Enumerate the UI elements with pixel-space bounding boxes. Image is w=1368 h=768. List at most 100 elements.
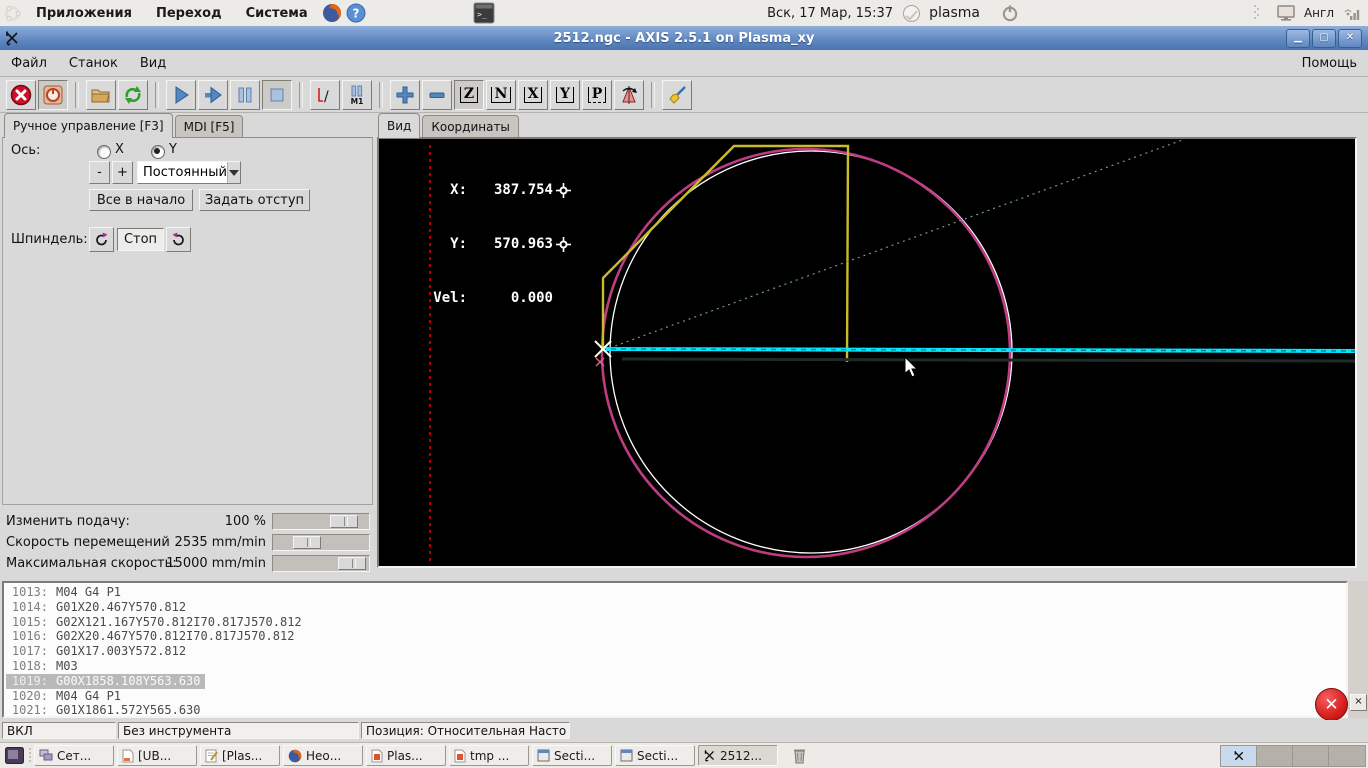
jog-minus-button[interactable]: -	[89, 161, 110, 184]
minimize-button[interactable]: ▁	[1286, 29, 1310, 48]
view-x-button[interactable]: X	[518, 80, 548, 110]
task-plas-editor[interactable]: [Plas...	[200, 745, 280, 766]
rapid-override-slider[interactable]	[272, 534, 370, 551]
gcode-line[interactable]: 1015:G02X121.167Y570.812I70.817J570.812	[6, 615, 1346, 630]
clear-plot-button[interactable]	[662, 80, 692, 110]
keyboard-layout-indicator[interactable]: Англ	[1304, 6, 1334, 20]
spindle-cw-button[interactable]	[166, 227, 191, 252]
menu-machine[interactable]: Станок	[58, 56, 129, 71]
tab-preview[interactable]: Вид	[378, 113, 420, 138]
machine-power-button[interactable]	[38, 80, 68, 110]
manual-tabbar: Ручное управление [F3] MDI [F5]	[4, 114, 245, 138]
radio-axis-y-label[interactable]: Y	[169, 142, 177, 157]
zoom-in-button[interactable]	[390, 80, 420, 110]
task-tmp-document[interactable]: tmp ...	[449, 745, 529, 766]
menu-places[interactable]: Переход	[144, 0, 234, 26]
max-velocity-slider[interactable]	[272, 555, 370, 572]
user-name[interactable]: plasma	[929, 5, 980, 21]
menu-view[interactable]: Вид	[129, 56, 177, 71]
tab-manual-control[interactable]: Ручное управление [F3]	[4, 113, 173, 138]
stop-button[interactable]	[262, 80, 292, 110]
show-desktop-button[interactable]	[2, 745, 26, 767]
status-power: ВКЛ	[2, 722, 116, 739]
touch-off-button[interactable]: Задать отступ	[199, 189, 310, 211]
backplot-canvas[interactable]: X:387.754 Y:570.963 Vel:0.000	[377, 137, 1357, 568]
clock[interactable]: Вск, 17 Мар, 15:37	[767, 6, 893, 21]
menu-applications[interactable]: Приложения	[24, 0, 144, 26]
menu-help[interactable]: Помощь	[1291, 56, 1368, 71]
jog-increment-select[interactable]: Постоянный	[137, 161, 241, 184]
workspace-1[interactable]	[1221, 746, 1257, 766]
run-program-button[interactable]	[166, 80, 196, 110]
tab-dro[interactable]: Координаты	[422, 115, 519, 138]
gcode-line[interactable]: 1014:G01X20.467Y570.812	[6, 600, 1346, 615]
gcode-line[interactable]: 1013:M04 G4 P1	[6, 585, 1346, 600]
rapid-override-label: Скорость перемещений	[6, 535, 170, 550]
window-titlebar[interactable]: 2512.ngc - AXIS 2.5.1 on Plasma_xy ▁ ▢ ✕	[0, 26, 1368, 50]
gcode-line[interactable]: 1020:M04 G4 P1	[6, 689, 1346, 704]
task-axis-2512[interactable]: 2512...	[698, 745, 778, 766]
radio-axis-x-label[interactable]: X	[115, 142, 124, 157]
network-signal-icon[interactable]	[1340, 1, 1364, 25]
gcode-line-active[interactable]: 1019:G00X1858.108Y563.630	[6, 674, 205, 689]
spindle-ccw-button[interactable]	[89, 227, 114, 252]
menu-system[interactable]: Система	[234, 0, 320, 26]
estop-button[interactable]	[6, 80, 36, 110]
view-y-button[interactable]: Y	[550, 80, 580, 110]
rotate-view-button[interactable]	[614, 80, 644, 110]
display-settings-icon[interactable]	[1274, 1, 1298, 25]
svg-text:>_: >_	[477, 10, 487, 19]
gcode-line[interactable]: 1017:G01X17.003Y572.812	[6, 644, 1346, 659]
task-section-window-2[interactable]: Secti...	[615, 745, 695, 766]
task-section-window-1[interactable]: Secti...	[532, 745, 612, 766]
dro-readout: X:387.754 Y:570.963 Vel:0.000	[419, 145, 571, 343]
dro-x-label: X:	[419, 181, 467, 199]
toolbar-separator	[651, 82, 655, 108]
gcode-listing[interactable]: 1013:M04 G4 P1 1014:G01X20.467Y570.812 1…	[2, 581, 1348, 718]
menu-file[interactable]: Файл	[0, 56, 58, 71]
dro-vel-value: 0.000	[467, 289, 553, 307]
max-velocity-label: Максимальная скорость:	[6, 556, 177, 571]
feed-override-slider[interactable]	[272, 513, 370, 530]
skip-lines-button[interactable]: /	[310, 80, 340, 110]
help-launcher-icon[interactable]: ?	[344, 1, 368, 25]
feed-override-value: 100 %	[225, 514, 266, 529]
spindle-stop-button[interactable]: Стоп	[117, 228, 164, 251]
rapid-override-thumb[interactable]	[293, 536, 321, 549]
task-firefox[interactable]: Нео...	[283, 745, 363, 766]
task-ub-document[interactable]: [UB...	[117, 745, 197, 766]
notification-close-button[interactable]: ✕	[1315, 688, 1348, 721]
workspace-4[interactable]	[1329, 746, 1365, 766]
optional-pause-button[interactable]: M1	[342, 80, 372, 110]
view-z-button[interactable]: Z	[454, 80, 484, 110]
task-network[interactable]: Сет...	[34, 745, 114, 766]
feed-override-thumb[interactable]	[330, 515, 358, 528]
jog-plus-button[interactable]: +	[112, 161, 133, 184]
task-plas-document[interactable]: Plas...	[366, 745, 446, 766]
workspace-3[interactable]	[1293, 746, 1329, 766]
firefox-launcher-icon[interactable]	[320, 1, 344, 25]
max-velocity-thumb[interactable]	[338, 557, 366, 570]
terminal-tray-icon[interactable]: >_	[472, 1, 496, 25]
small-close-button[interactable]: ×	[1350, 694, 1367, 711]
run-step-button[interactable]	[198, 80, 228, 110]
workspace-2[interactable]	[1257, 746, 1293, 766]
svg-text:?: ?	[352, 7, 359, 21]
view-perspective-button[interactable]: P	[582, 80, 612, 110]
gcode-line[interactable]: 1016:G02X20.467Y570.812I70.817J570.812	[6, 629, 1346, 644]
shutdown-icon[interactable]	[998, 1, 1022, 25]
dro-y-value: 570.963	[467, 235, 553, 253]
view-z-rotated-button[interactable]: N	[486, 80, 516, 110]
tab-mdi[interactable]: MDI [F5]	[175, 115, 244, 138]
pause-button[interactable]	[230, 80, 260, 110]
gcode-line[interactable]: 1021:G01X1861.572Y565.630	[6, 703, 1346, 718]
home-all-button[interactable]: Все в начало	[89, 189, 193, 211]
gcode-line[interactable]: 1018:M03	[6, 659, 1346, 674]
maximize-button[interactable]: ▢	[1312, 29, 1336, 48]
reload-button[interactable]	[118, 80, 148, 110]
close-button[interactable]: ✕	[1338, 29, 1362, 48]
zoom-out-button[interactable]	[422, 80, 452, 110]
trash-icon[interactable]	[787, 744, 811, 768]
distro-logo-icon[interactable]	[0, 1, 24, 25]
open-file-button[interactable]	[86, 80, 116, 110]
